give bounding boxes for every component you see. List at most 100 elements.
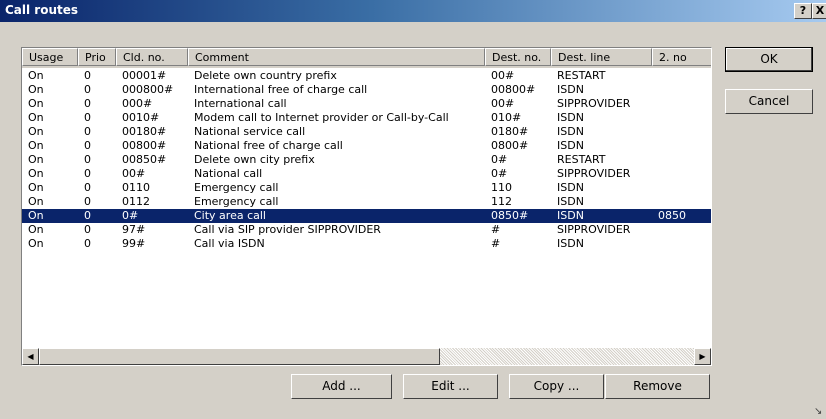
cell-cld-no: 00001#: [122, 69, 167, 82]
cell-cld-no: 0#: [122, 209, 139, 222]
cell-prio: 0: [84, 97, 91, 110]
table-row[interactable]: On 0 000# International call 00# SIPPROVIDER: [22, 97, 711, 111]
cell-dest-line: SIPPROVIDER: [557, 167, 631, 180]
cell-usage: On: [28, 125, 44, 138]
horizontal-scrollbar[interactable]: ◀ ▶: [22, 348, 711, 365]
window-title: Call routes: [5, 3, 79, 17]
add-button[interactable]: Add ...: [291, 374, 392, 399]
cell-cld-no: 000800#: [122, 83, 174, 96]
cell-usage: On: [28, 209, 44, 222]
cell-dest-line: RESTART: [557, 153, 606, 166]
cell-prio: 0: [84, 153, 91, 166]
cell-2-no: [652, 83, 711, 97]
cell-prio: 0: [84, 223, 91, 236]
cell-2-no: [652, 139, 711, 153]
cell-prio: 0: [84, 111, 91, 124]
cell-dest-line: SIPPROVIDER: [557, 223, 631, 236]
table-row[interactable]: On 0 0010# Modem call to Internet provider …: [22, 111, 711, 125]
scrollbar-thumb[interactable]: [39, 348, 440, 365]
cancel-button[interactable]: Cancel: [725, 89, 813, 114]
cell-2-no: [652, 181, 711, 195]
table-row[interactable]: On 0 000800# International free of charge c…: [22, 83, 711, 97]
cell-dest-no: 010#: [491, 111, 522, 124]
table-row[interactable]: On 0 00# National call 0# SIPPROVIDER: [22, 167, 711, 181]
ok-button[interactable]: OK: [725, 47, 813, 72]
cell-dest-no: 0#: [491, 153, 508, 166]
edit-button[interactable]: Edit ...: [403, 374, 498, 399]
cell-usage: On: [28, 167, 44, 180]
cell-usage: On: [28, 139, 44, 152]
cell-usage: On: [28, 195, 44, 208]
scroll-right-icon[interactable]: ▶: [694, 348, 711, 365]
table-body: On 0 00001# Delete own country prefix 00# RES…: [22, 69, 711, 251]
cell-comment: Call via SIP provider SIPPROVIDER: [194, 223, 381, 236]
help-button[interactable]: ?: [794, 3, 812, 19]
table-row[interactable]: On 0 99# Call via ISDN # ISDN: [22, 237, 711, 251]
column-header-cld-no[interactable]: Cld. no.: [116, 48, 188, 66]
cell-cld-no: 00800#: [122, 139, 167, 152]
resize-grip-icon[interactable]: ↘: [814, 407, 824, 417]
cell-2-no: [652, 125, 711, 139]
call-routes-list[interactable]: Usage Prio Cld. no. Comment Dest. no. De…: [21, 47, 712, 366]
cell-dest-line: ISDN: [557, 181, 584, 194]
cell-dest-line: ISDN: [557, 125, 584, 138]
cell-dest-no: #: [491, 223, 501, 236]
cell-usage: On: [28, 69, 44, 82]
cell-comment: Emergency call: [194, 195, 279, 208]
cell-prio: 0: [84, 181, 91, 194]
table-row[interactable]: On 0 0110 Emergency call 110 ISDN: [22, 181, 711, 195]
table-row[interactable]: On 0 00001# Delete own country prefix 00# RES…: [22, 69, 711, 83]
copy-button[interactable]: Copy ...: [509, 374, 604, 399]
cell-dest-no: 0#: [491, 167, 508, 180]
table-row[interactable]: On 0 00180# National service call 0180# ISDN: [22, 125, 711, 139]
scroll-left-icon[interactable]: ◀: [22, 348, 39, 365]
cell-cld-no: 97#: [122, 223, 146, 236]
close-button[interactable]: X: [812, 3, 826, 19]
cell-usage: On: [28, 83, 44, 96]
cell-comment: International call: [194, 97, 287, 110]
table-row[interactable]: On 0 0112 Emergency call 112 ISDN: [22, 195, 711, 209]
table-row[interactable]: On 0 97# Call via SIP provider SIPPROVIDER #…: [22, 223, 711, 237]
column-header-dest-line[interactable]: Dest. line: [551, 48, 652, 66]
cell-dest-no: 0180#: [491, 125, 529, 138]
cell-cld-no: 000#: [122, 97, 153, 110]
table-row[interactable]: On 0 0# City area call 0850# ISDN 0850: [22, 209, 711, 223]
cell-dest-no: 112: [491, 195, 512, 208]
table-header: Usage Prio Cld. no. Comment Dest. no. De…: [22, 48, 711, 68]
cell-2-no: [652, 153, 711, 167]
cell-usage: On: [28, 237, 44, 250]
cell-cld-no: 99#: [122, 237, 146, 250]
cell-cld-no: 0112: [122, 195, 150, 208]
cell-dest-line: ISDN: [557, 83, 584, 96]
cell-cld-no: 0010#: [122, 111, 160, 124]
column-header-dest-no[interactable]: Dest. no.: [485, 48, 551, 66]
column-header-prio[interactable]: Prio: [78, 48, 116, 66]
cell-2-no: [652, 195, 711, 209]
cell-comment: Call via ISDN: [194, 237, 265, 250]
cell-prio: 0: [84, 195, 91, 208]
cell-dest-no: #: [491, 237, 501, 250]
column-header-comment[interactable]: Comment: [188, 48, 485, 66]
cell-2-no: 0850: [658, 209, 686, 222]
cell-dest-line: RESTART: [557, 69, 606, 82]
cell-prio: 0: [84, 125, 91, 138]
table-row[interactable]: On 0 00800# National free of charge call 080…: [22, 139, 711, 153]
cell-comment: Emergency call: [194, 181, 279, 194]
cell-comment: Modem call to Internet provider or Call-…: [194, 111, 449, 124]
title-bar[interactable]: Call routes ? X: [0, 0, 826, 22]
cell-cld-no: 0110: [122, 181, 150, 194]
cell-comment: International free of charge call: [194, 83, 368, 96]
cell-usage: On: [28, 97, 44, 110]
cell-comment: City area call: [194, 209, 266, 222]
cell-usage: On: [28, 223, 44, 236]
remove-button[interactable]: Remove: [605, 374, 710, 399]
cell-dest-line: SIPPROVIDER: [557, 97, 631, 110]
column-header-2-no[interactable]: 2. no: [652, 48, 711, 66]
cell-dest-no: 00#: [491, 97, 515, 110]
cell-dest-line: ISDN: [557, 209, 584, 222]
cell-comment: National free of charge call: [194, 139, 343, 152]
cell-prio: 0: [84, 167, 91, 180]
cell-dest-line: ISDN: [557, 139, 584, 152]
table-row[interactable]: On 0 00850# Delete own city prefix 0# RESTART: [22, 153, 711, 167]
column-header-usage[interactable]: Usage: [22, 48, 78, 66]
